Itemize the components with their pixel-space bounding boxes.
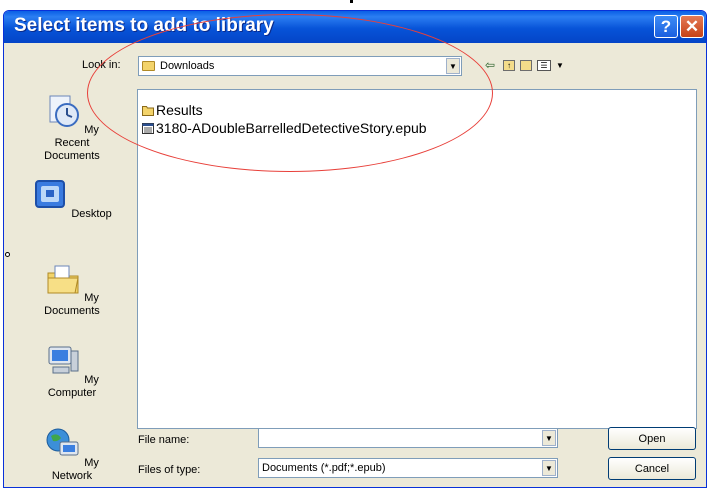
chevron-down-icon[interactable]: ▼ <box>542 430 556 446</box>
navigation-toolbar: ⇦ ↑ ☰ ▼ <box>482 57 564 73</box>
look-in-label: Look in: <box>82 59 121 71</box>
back-icon[interactable]: ⇦ <box>482 57 498 73</box>
open-file-dialog: Select items to add to library ? ✕ Look … <box>3 10 707 488</box>
chevron-down-icon[interactable]: ▼ <box>556 57 564 73</box>
folder-icon <box>142 61 155 71</box>
file-name-label: File name: <box>138 434 190 446</box>
look-in-dropdown[interactable]: Downloads ▼ <box>138 56 462 76</box>
file-name: Results <box>156 102 203 118</box>
new-folder-icon[interactable] <box>520 59 532 71</box>
recent-documents-icon <box>49 95 80 127</box>
place-my-network[interactable]: My Network <box>30 426 114 483</box>
place-recent-documents[interactable]: My Recent Documents <box>30 93 114 163</box>
cancel-button[interactable]: Cancel <box>608 457 696 480</box>
list-item[interactable]: 3180-ADoubleBarrelledDetectiveStory.epub <box>142 120 427 136</box>
file-name: 3180-ADoubleBarrelledDetectiveStory.epub <box>156 120 427 136</box>
place-label: Desktop <box>71 208 112 220</box>
file-type-value: Documents (*.pdf;*.epub) <box>262 462 386 474</box>
my-documents-icon <box>47 265 79 294</box>
file-type-dropdown[interactable]: Documents (*.pdf;*.epub) ▼ <box>258 458 558 478</box>
chevron-down-icon[interactable]: ▼ <box>542 460 556 476</box>
look-in-value: Downloads <box>160 60 215 72</box>
place-label: My Recent Documents <box>44 124 100 162</box>
close-button[interactable]: ✕ <box>680 15 704 38</box>
file-name-input[interactable]: ▼ <box>258 428 558 448</box>
help-button[interactable]: ? <box>654 15 678 38</box>
my-network-icon <box>46 428 79 456</box>
annotation-marker <box>350 0 353 3</box>
open-button[interactable]: Open <box>608 427 696 450</box>
desktop-icon <box>35 180 66 208</box>
file-list[interactable]: Results 3180-ADoubleBarrelledDetectiveSt… <box>137 89 697 429</box>
epub-file-icon <box>142 122 154 134</box>
chevron-down-icon[interactable]: ▼ <box>446 58 460 74</box>
my-computer-icon <box>48 346 79 374</box>
place-my-computer[interactable]: My Computer <box>30 343 114 400</box>
up-folder-icon[interactable]: ↑ <box>503 59 515 71</box>
views-menu-icon[interactable]: ☰ <box>537 59 551 71</box>
folder-icon <box>142 105 154 116</box>
file-type-label: Files of type: <box>138 464 201 476</box>
annotation-marker <box>5 252 10 257</box>
title-bar[interactable]: Select items to add to library ? ✕ <box>4 11 706 43</box>
list-item[interactable]: Results <box>142 102 203 118</box>
place-my-documents[interactable]: My Documents <box>30 261 114 318</box>
place-desktop[interactable]: Desktop <box>30 177 114 221</box>
dialog-title: Select items to add to library <box>14 15 274 36</box>
